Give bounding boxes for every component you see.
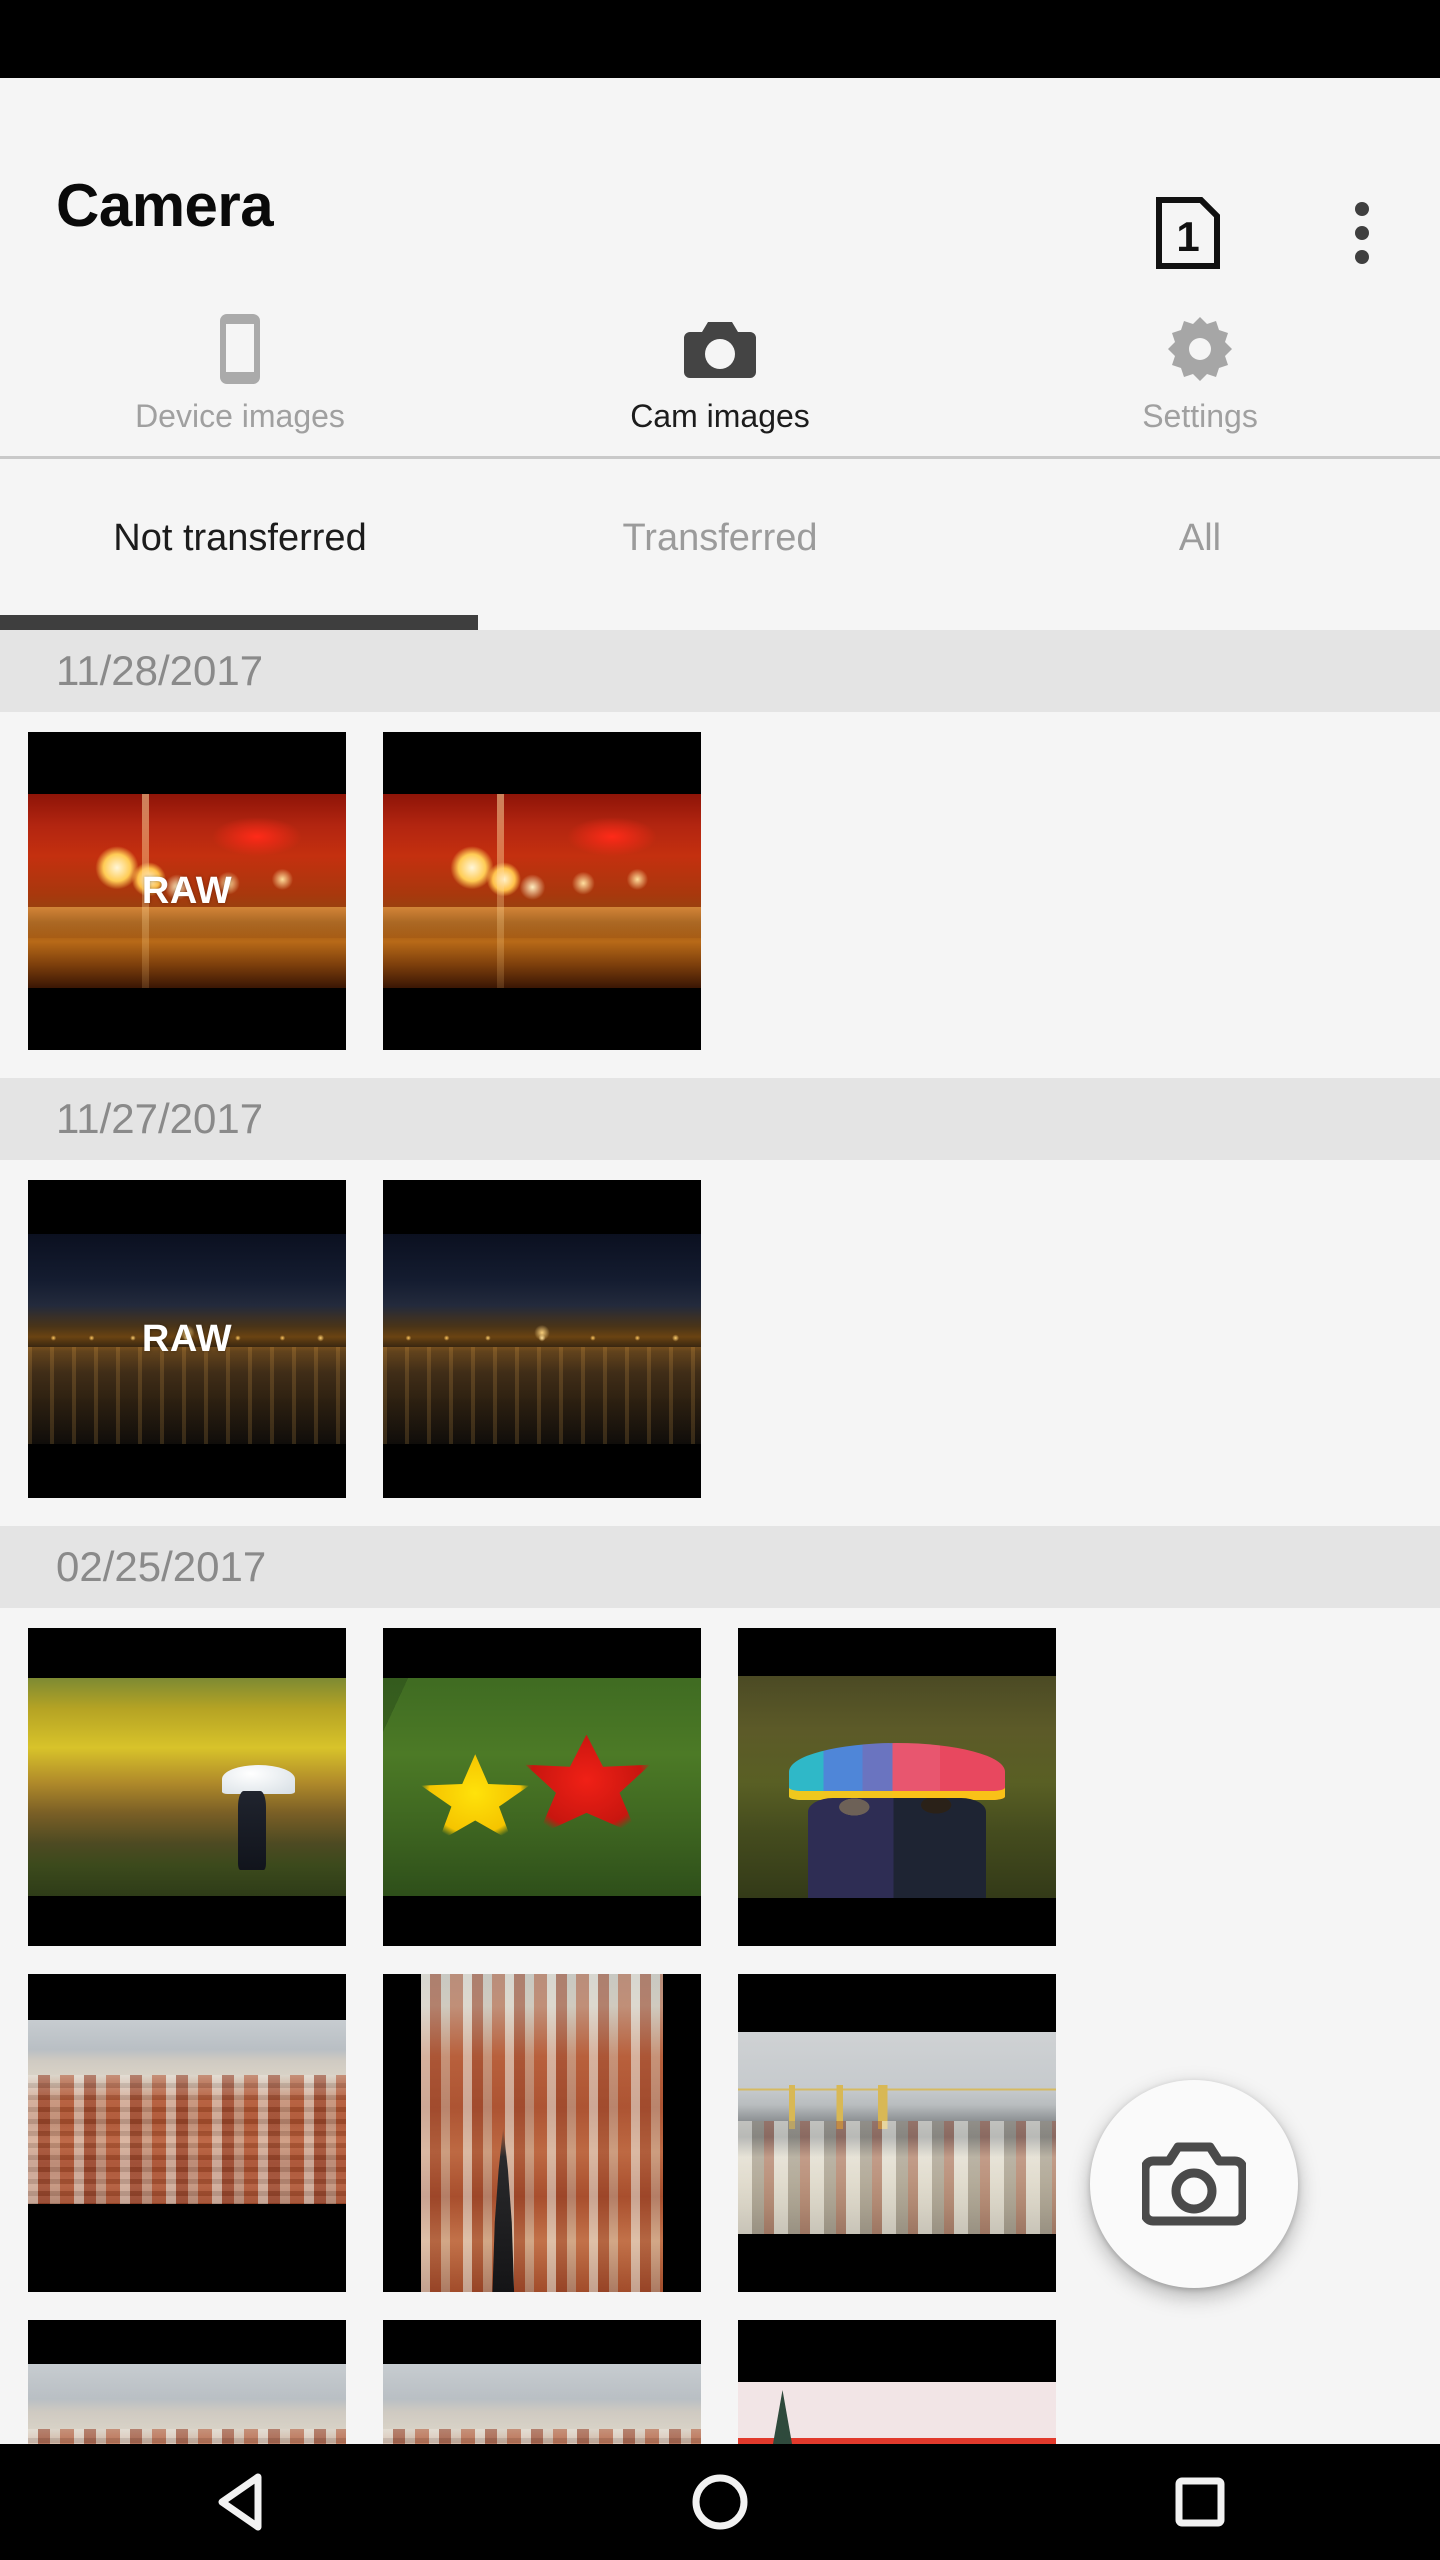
app-screen: Camera 1 Device images Cam images Settin…	[0, 0, 1440, 2560]
photo-grid: RAW	[0, 712, 1440, 1078]
photo-image	[738, 2382, 1056, 2444]
date-header: 02/25/2017	[0, 1526, 1440, 1608]
photo-thumbnail[interactable]	[383, 1180, 701, 1498]
app-bar: Camera 1	[0, 78, 1440, 278]
photo-thumbnail[interactable]	[28, 1974, 346, 2292]
tab-device-images[interactable]: Device images	[0, 278, 480, 458]
photo-thumbnail[interactable]	[28, 2320, 346, 2444]
photo-image	[28, 2020, 346, 2204]
photo-thumbnail[interactable]	[738, 1628, 1056, 1946]
photo-thumbnail[interactable]	[383, 2320, 701, 2444]
photo-thumbnail[interactable]	[738, 1974, 1056, 2292]
photo-image	[28, 1678, 346, 1896]
tab-transferred[interactable]: Transferred	[480, 459, 960, 630]
primary-tab-bar: Device images Cam images Settings	[0, 278, 1440, 458]
nav-recents-button[interactable]	[960, 2444, 1440, 2560]
take-photo-fab[interactable]	[1090, 2080, 1298, 2288]
photo-image	[28, 2364, 346, 2444]
photo-image	[383, 1678, 701, 1896]
raw-badge: RAW	[141, 870, 233, 912]
tab-cam-images-label: Cam images	[630, 398, 810, 434]
tab-device-images-label: Device images	[135, 398, 345, 434]
date-label: 02/25/2017	[56, 1543, 267, 1590]
photo-image	[421, 1974, 663, 2292]
tab-settings-label: Settings	[1142, 398, 1258, 434]
nav-home-button[interactable]	[480, 2444, 960, 2560]
home-icon	[691, 2473, 749, 2531]
photo-image	[383, 2364, 701, 2444]
photo-image	[738, 1676, 1056, 1898]
active-tab-indicator	[0, 615, 478, 630]
gear-icon	[1166, 310, 1234, 388]
photo-image	[383, 1234, 701, 1444]
nav-back-button[interactable]	[0, 2444, 480, 2560]
status-bar	[0, 0, 1440, 78]
photo-thumbnail[interactable]	[738, 2320, 1056, 2444]
android-nav-bar	[0, 2444, 1440, 2560]
tab-all[interactable]: All	[960, 459, 1440, 630]
page-title: Camera	[56, 172, 274, 239]
photo-grid	[0, 1608, 1440, 2444]
page-count-text: 1	[1176, 213, 1199, 260]
photo-image	[383, 794, 701, 988]
date-header: 11/27/2017	[0, 1078, 1440, 1160]
tab-settings[interactable]: Settings	[960, 278, 1440, 458]
photo-thumbnail[interactable]	[383, 732, 701, 1050]
photo-image	[738, 2032, 1056, 2234]
back-icon	[214, 2473, 266, 2531]
date-header: 11/28/2017	[0, 630, 1440, 712]
more-vert-icon[interactable]	[1332, 196, 1392, 270]
recents-icon	[1174, 2476, 1226, 2528]
photo-thumbnail[interactable]	[383, 1974, 701, 2292]
date-label: 11/28/2017	[56, 647, 264, 694]
raw-badge: RAW	[141, 1318, 233, 1360]
photo-thumbnail[interactable]: RAW	[28, 732, 346, 1050]
photo-grid: RAW	[0, 1160, 1440, 1526]
tab-cam-images[interactable]: Cam images	[480, 278, 960, 458]
date-label: 11/27/2017	[56, 1095, 264, 1142]
photo-thumbnail[interactable]: RAW	[28, 1180, 346, 1498]
camera-icon	[1142, 2141, 1246, 2227]
photo-thumbnail[interactable]	[28, 1628, 346, 1946]
phone-icon	[218, 310, 262, 388]
photo-thumbnail[interactable]	[383, 1628, 701, 1946]
tab-not-transferred[interactable]: Not transferred	[0, 459, 480, 630]
page-count-icon[interactable]: 1	[1155, 196, 1221, 270]
camera-icon	[682, 310, 758, 388]
filter-tab-bar: Not transferred Transferred All	[0, 459, 1440, 630]
